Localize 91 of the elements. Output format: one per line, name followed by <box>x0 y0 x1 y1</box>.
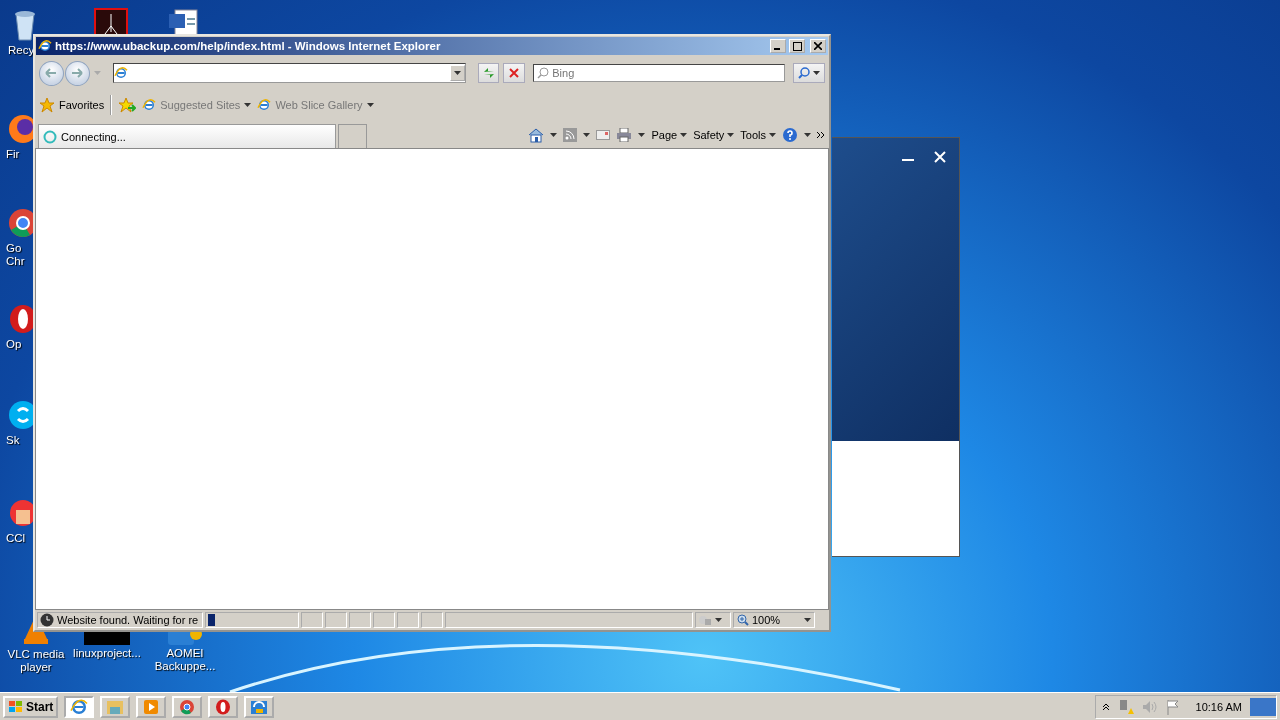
network-warning-icon[interactable] <box>1117 698 1134 715</box>
browser-tab[interactable]: Connecting... <box>38 124 336 148</box>
browser-icon <box>142 98 157 112</box>
search-icon <box>798 67 811 79</box>
taskbar-button[interactable] <box>64 695 95 718</box>
status-panel <box>301 612 323 628</box>
chevrons-icon[interactable] <box>817 131 825 139</box>
minimize-button[interactable] <box>770 39 786 53</box>
stop-button[interactable] <box>503 63 526 83</box>
taskbar-button[interactable] <box>244 695 275 718</box>
arrow-right-icon <box>71 68 84 78</box>
search-button[interactable] <box>793 63 825 83</box>
taskbar-button[interactable] <box>208 695 239 718</box>
star-icon <box>39 97 55 113</box>
search-field[interactable]: Bing <box>533 64 786 82</box>
show-desktop-icon[interactable] <box>1250 697 1276 716</box>
icon-label: Backuppe... <box>154 660 216 673</box>
browser-icon <box>70 697 89 716</box>
windows-logo-icon <box>8 699 24 714</box>
close-icon <box>509 68 520 78</box>
caret-icon <box>453 71 461 75</box>
address-field[interactable] <box>112 63 466 83</box>
flag-icon[interactable] <box>1165 698 1180 715</box>
caret-icon <box>550 133 558 137</box>
icon-label: Chr <box>6 255 25 268</box>
chrome-icon <box>179 698 196 715</box>
caret-icon <box>680 133 688 137</box>
icon-label: Op <box>6 338 22 351</box>
clock: 10:16 AM <box>1195 700 1242 713</box>
taskbar-button[interactable] <box>172 695 203 718</box>
caret-icon <box>366 103 374 107</box>
browser-icon <box>113 66 128 80</box>
refresh-button[interactable] <box>477 63 500 83</box>
chevron-up-icon[interactable] <box>1101 702 1110 711</box>
start-button[interactable]: Start <box>3 695 59 718</box>
loading-icon <box>43 129 57 144</box>
icon-label: Go <box>6 242 22 255</box>
caret-icon <box>638 133 646 137</box>
icon-label: linuxproject... <box>73 647 141 660</box>
maximize-button[interactable] <box>789 39 805 53</box>
zoom-button[interactable]: 100% <box>733 612 815 628</box>
taskbar-button[interactable] <box>136 695 167 718</box>
opera-icon <box>215 698 232 715</box>
status-panel <box>397 612 419 628</box>
status-panel <box>421 612 443 628</box>
maximize-icon <box>792 41 802 51</box>
caret-icon <box>244 103 252 107</box>
window-title: https://www.ubackup.com/help/index.html - Windows Internet Explorer <box>55 40 442 52</box>
folder-icon <box>106 698 125 715</box>
browser-icon <box>257 98 272 112</box>
close-icon <box>814 42 822 50</box>
status-panel <box>373 612 395 628</box>
forward-button[interactable] <box>64 60 90 86</box>
icon-label: VLC media <box>7 648 65 661</box>
icon-label: AOMEI <box>166 647 204 660</box>
media-player-icon <box>143 698 160 715</box>
home-icon[interactable] <box>528 127 545 143</box>
search-icon <box>537 67 550 79</box>
status-panel <box>349 612 371 628</box>
help-icon[interactable] <box>782 127 798 143</box>
icon-label: Sk <box>6 434 20 447</box>
caret-icon <box>583 133 591 137</box>
mail-icon[interactable] <box>596 130 611 140</box>
status-panel <box>325 612 347 628</box>
arrow-left-icon <box>45 68 58 78</box>
close-button[interactable] <box>810 39 826 53</box>
feed-icon[interactable] <box>563 128 578 142</box>
icon-label: Recy <box>8 44 35 57</box>
command-menu[interactable]: Tools <box>740 129 776 141</box>
icon-label: Fir <box>6 148 20 161</box>
caret-icon <box>804 618 811 622</box>
caret-icon <box>813 71 821 75</box>
caret-icon <box>715 618 722 622</box>
back-button[interactable] <box>39 60 64 86</box>
caret-icon <box>769 133 776 137</box>
backup-app-icon <box>250 698 269 715</box>
command-menu[interactable]: Safety <box>693 129 735 141</box>
dropdown-button[interactable] <box>449 65 465 81</box>
browser-icon <box>38 39 52 53</box>
caret-icon <box>727 133 735 137</box>
status-text: Website found. Waiting for re <box>57 614 199 626</box>
caret-icon <box>804 133 811 137</box>
icon-label: player <box>20 661 52 674</box>
favorites-button[interactable]: Favorites <box>39 97 105 113</box>
close-icon[interactable] <box>933 150 947 164</box>
zoom-icon <box>737 614 749 626</box>
icon-label: CCl <box>6 532 26 545</box>
command-menu[interactable]: Page <box>651 129 688 141</box>
printer-icon[interactable] <box>616 128 633 142</box>
add-favorite-icon[interactable] <box>118 97 137 113</box>
taskbar-button[interactable] <box>100 695 131 718</box>
